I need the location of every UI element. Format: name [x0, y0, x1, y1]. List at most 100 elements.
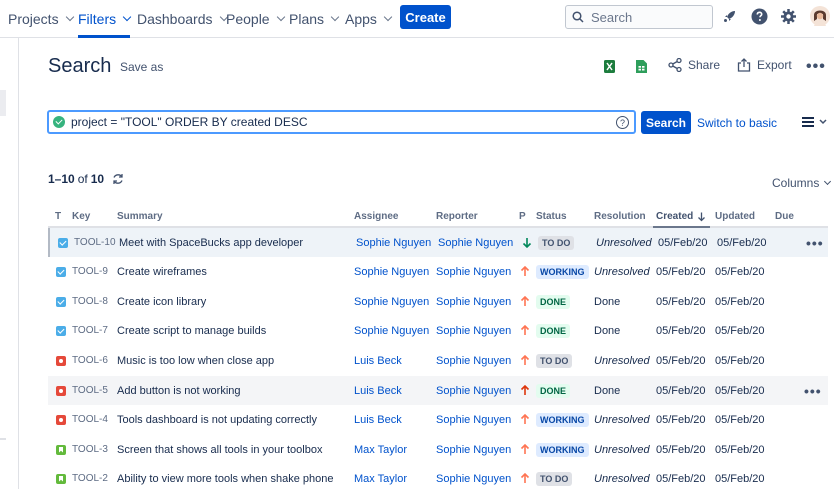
table-row[interactable]: TOOL-8 Create icon library Sophie Nguyen So… [48, 287, 828, 316]
rocket-icon[interactable] [722, 8, 738, 24]
status-badge[interactable]: WORKING [536, 264, 589, 279]
more-actions-icon[interactable]: ••• [806, 58, 826, 76]
status-badge[interactable]: DONE [536, 294, 571, 309]
issue-summary-link[interactable]: Create wireframes [117, 257, 207, 286]
issue-key-link[interactable]: TOOL-7 [72, 316, 108, 345]
avatar[interactable] [810, 6, 830, 26]
reporter-link[interactable]: Sophie Nguyen [436, 316, 511, 345]
columns-button[interactable]: Columns [772, 176, 832, 190]
assignee-link[interactable]: Max Taylor [354, 464, 407, 489]
search-icon [572, 11, 584, 23]
refresh-icon[interactable] [112, 173, 124, 185]
table-row[interactable]: TOOL-7 Create script to manage builds Soph… [48, 316, 828, 345]
col-header-created[interactable]: Created [656, 211, 706, 222]
col-header-type[interactable]: T [55, 211, 61, 222]
global-search-input[interactable]: Search [565, 5, 713, 29]
export-excel-icon[interactable] [604, 60, 615, 73]
nav-dashboards[interactable]: Dashboards [137, 0, 228, 38]
jql-help-icon[interactable]: ? [616, 116, 629, 129]
issue-summary-link[interactable]: Screen that shows all tools in your tool… [117, 435, 322, 464]
assignee-link[interactable]: Luis Beck [354, 405, 402, 434]
issue-summary-link[interactable]: Tools dashboard is not updating correctl… [117, 405, 317, 434]
status-badge[interactable]: TO DO [538, 235, 575, 250]
table-row[interactable]: TOOL-4 Tools dashboard is not updating co… [48, 405, 828, 434]
reporter-link[interactable]: Sophie Nguyen [436, 287, 511, 316]
table-row[interactable]: TOOL-2 Ability to view more tools when sh… [48, 464, 828, 489]
reporter-link[interactable]: Sophie Nguyen [436, 376, 511, 405]
row-actions-icon[interactable]: ••• [804, 376, 822, 405]
reporter-link[interactable]: Sophie Nguyen [436, 405, 511, 434]
jql-query-input[interactable]: project = "TOOL" ORDER BY created DESC ? [47, 110, 636, 134]
issue-key-link[interactable]: TOOL-9 [72, 257, 108, 286]
sidebar-tab[interactable] [0, 90, 6, 116]
status-badge[interactable]: TO DO [536, 471, 573, 486]
col-header-status[interactable]: Status [536, 211, 567, 222]
reporter-link[interactable]: Sophie Nguyen [436, 435, 511, 464]
switch-to-basic-link[interactable]: Switch to basic [697, 116, 777, 130]
status-badge[interactable]: DONE [536, 323, 571, 338]
settings-icon[interactable] [780, 8, 797, 25]
nav-projects[interactable]: Projects [8, 0, 74, 38]
status-cell: WORKING [536, 257, 589, 286]
status-badge[interactable]: TO DO [536, 353, 573, 368]
col-header-priority[interactable]: P [519, 211, 526, 222]
col-header-key[interactable]: Key [72, 211, 90, 222]
status-badge[interactable]: WORKING [536, 412, 589, 427]
assignee-link[interactable]: Sophie Nguyen [356, 228, 431, 257]
col-header-resolution[interactable]: Resolution [594, 211, 646, 222]
reporter-link[interactable]: Sophie Nguyen [436, 464, 511, 489]
issue-summary-link[interactable]: Add button is not working [117, 376, 241, 405]
table-row[interactable]: TOOL-6 Music is too low when close app Lui… [48, 346, 828, 375]
nav-people[interactable]: People [226, 0, 285, 38]
nav-plans[interactable]: Plans [289, 0, 340, 38]
reporter-link[interactable]: Sophie Nguyen [436, 257, 511, 286]
view-options-button[interactable] [802, 117, 828, 127]
issue-summary-link[interactable]: Meet with SpaceBucks app developer [119, 228, 303, 257]
table-row[interactable]: TOOL-10 Meet with SpaceBucks app develope… [48, 228, 828, 257]
reporter-link[interactable]: Sophie Nguyen [438, 228, 513, 257]
nav-filters[interactable]: Filters [78, 0, 132, 38]
save-as-button[interactable]: Save as [120, 60, 163, 74]
issue-summary-link[interactable]: Create icon library [117, 287, 206, 316]
export-sheet-icon[interactable] [636, 60, 647, 73]
issue-summary-link[interactable]: Create script to manage builds [117, 316, 266, 345]
export-button[interactable]: Export [737, 58, 792, 72]
create-button[interactable]: Create [400, 5, 451, 29]
issue-summary-link[interactable]: Music is too low when close app [117, 346, 274, 375]
table-row[interactable]: TOOL-5 Add button is not working Luis Beck… [48, 376, 828, 405]
assignee-link[interactable]: Sophie Nguyen [354, 316, 429, 345]
issue-key-link[interactable]: TOOL-4 [72, 405, 108, 434]
reporter-link[interactable]: Sophie Nguyen [436, 346, 511, 375]
table-row[interactable]: TOOL-3 Screen that shows all tools in you… [48, 435, 828, 464]
created-cell: 05/Feb/20 [656, 265, 706, 278]
col-header-updated[interactable]: Updated [715, 211, 755, 222]
assignee-link[interactable]: Luis Beck [354, 376, 402, 405]
issue-key-link[interactable]: TOOL-3 [72, 435, 108, 464]
issue-key-link[interactable]: TOOL-5 [72, 376, 108, 405]
table-row[interactable]: TOOL-9 Create wireframes Sophie Nguyen Soph… [48, 257, 828, 286]
status-badge[interactable]: WORKING [536, 442, 589, 457]
issue-type-cell [56, 257, 66, 286]
issue-key-link[interactable]: TOOL-8 [72, 287, 108, 316]
share-button[interactable]: Share [668, 58, 720, 72]
issue-summary-link[interactable]: Ability to view more tools when shake ph… [117, 464, 333, 489]
row-actions-icon[interactable]: ••• [806, 228, 824, 257]
assignee-link[interactable]: Luis Beck [354, 346, 402, 375]
issue-key-link[interactable]: TOOL-10 [74, 228, 116, 257]
assignee-link[interactable]: Sophie Nguyen [354, 257, 429, 286]
search-button[interactable]: Search [641, 111, 691, 134]
created-cell: 05/Feb/20 [656, 354, 706, 367]
nav-apps[interactable]: Apps [345, 0, 393, 38]
col-header-summary[interactable]: Summary [117, 211, 163, 222]
nav-apps-label: Apps [345, 11, 377, 27]
assignee-link[interactable]: Max Taylor [354, 435, 407, 464]
status-badge[interactable]: DONE [536, 383, 571, 398]
issue-key-link[interactable]: TOOL-6 [72, 346, 108, 375]
assignee-link[interactable]: Sophie Nguyen [354, 287, 429, 316]
col-header-reporter[interactable]: Reporter [436, 211, 478, 222]
col-header-assignee[interactable]: Assignee [354, 211, 398, 222]
collapsed-sidebar [0, 38, 19, 489]
col-header-due[interactable]: Due [775, 211, 794, 222]
help-icon[interactable] [751, 8, 768, 25]
issue-key-link[interactable]: TOOL-2 [72, 464, 108, 489]
